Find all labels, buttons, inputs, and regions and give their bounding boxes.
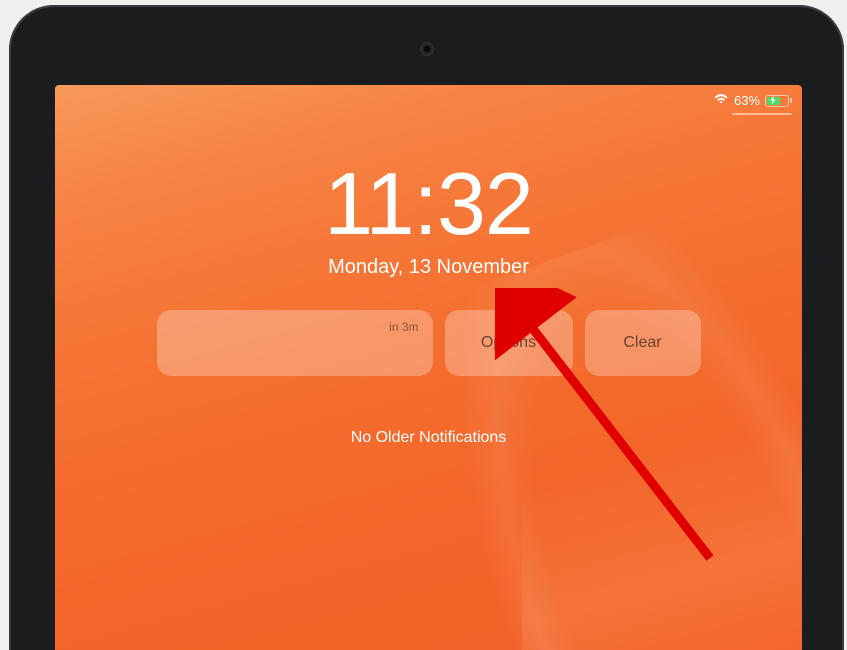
- battery-percent-label: 63%: [734, 93, 760, 108]
- clear-button[interactable]: Clear: [585, 310, 701, 376]
- lock-screen[interactable]: 63% 11:32 Monday, 13 November in 3: [55, 85, 802, 650]
- wifi-icon: [713, 93, 729, 108]
- lock-screen-date: Monday, 13 November: [55, 256, 802, 279]
- ipad-frame: 63% 11:32 Monday, 13 November in 3: [9, 5, 844, 650]
- notification-actions-row: in 3m Options Clear: [157, 310, 701, 376]
- notification-relative-time: in 3m: [389, 320, 418, 334]
- notification-card[interactable]: in 3m: [157, 310, 433, 376]
- front-camera: [420, 42, 434, 56]
- options-button-label: Options: [481, 334, 536, 352]
- no-older-notifications-label: No Older Notifications: [55, 429, 802, 447]
- status-underline: [732, 113, 792, 115]
- clear-button-label: Clear: [623, 334, 661, 352]
- status-bar: 63%: [713, 93, 792, 108]
- charging-icon: [770, 95, 776, 106]
- options-button[interactable]: Options: [445, 310, 573, 376]
- battery-fill: [767, 97, 780, 105]
- lock-screen-time: 11:32: [55, 160, 802, 248]
- battery-icon: [765, 95, 792, 107]
- clock-area: 11:32 Monday, 13 November: [55, 160, 802, 279]
